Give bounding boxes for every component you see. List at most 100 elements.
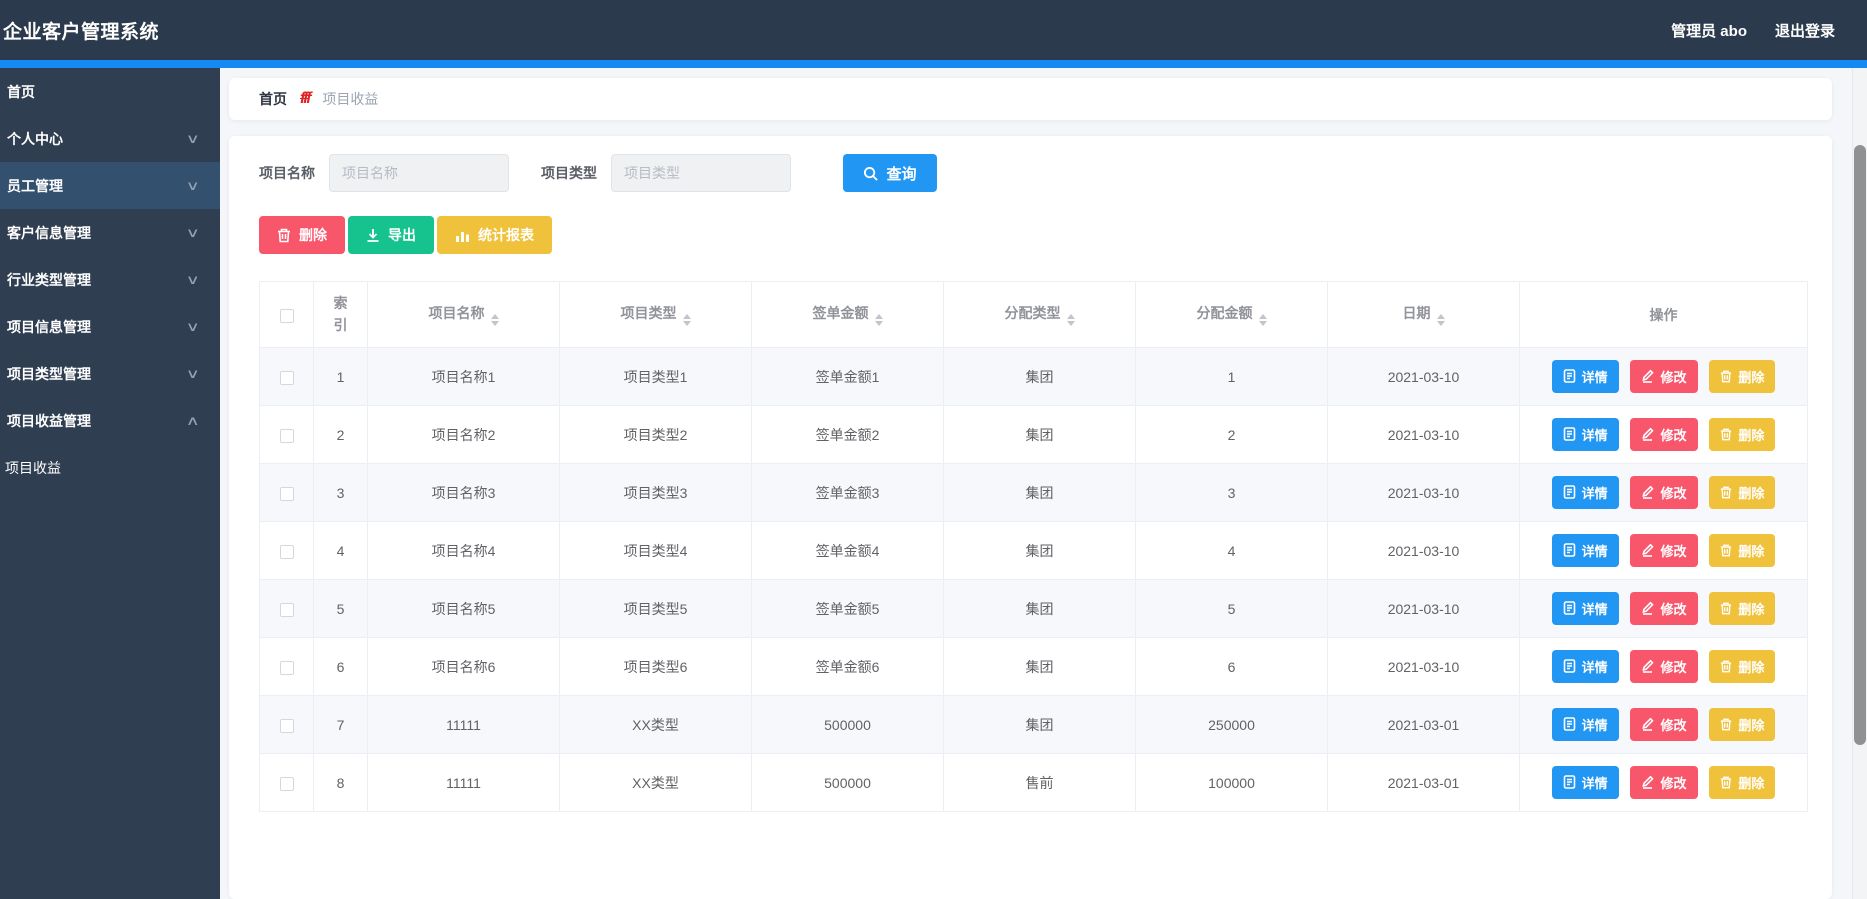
sort-icon[interactable]: [1066, 314, 1075, 326]
select-all-checkbox[interactable]: [279, 308, 294, 323]
top-header-bar: 企业客户管理系统 管理员 abo 退出登录: [0, 0, 1867, 60]
cell-date: 2021-03-10: [1327, 347, 1520, 406]
cell-name: 项目名称4: [367, 521, 560, 580]
delete-button[interactable]: 删除: [1709, 708, 1776, 742]
delete-button[interactable]: 删除: [1709, 650, 1776, 684]
edit-button[interactable]: 修改: [1630, 533, 1698, 567]
delete-button[interactable]: 删除: [1709, 592, 1776, 626]
edit-button[interactable]: 修改: [1630, 475, 1698, 509]
cell-sign-amount: 签单金额4: [751, 521, 944, 580]
scrollbar-thumb[interactable]: [1854, 145, 1866, 745]
search-icon: [864, 166, 879, 181]
delete-button[interactable]: 删除: [1709, 766, 1776, 800]
row-checkbox[interactable]: [279, 718, 294, 733]
search-form: 项目名称 项目类型 查询: [259, 154, 1808, 192]
detail-button[interactable]: 详情: [1551, 707, 1619, 741]
document-icon: [1563, 717, 1575, 732]
report-button[interactable]: 统计报表: [437, 216, 552, 254]
cell-name: 项目名称2: [367, 405, 560, 464]
cell-actions: 详情 修改 删除: [1519, 347, 1808, 406]
pencil-icon: [1642, 775, 1655, 790]
table-row: 4 项目名称4 项目类型4 签单金额4 集团 4 2021-03-10 详情 修…: [259, 521, 1808, 580]
column-header-alloc-type: 分配类型: [943, 281, 1136, 348]
sort-icon[interactable]: [1258, 314, 1267, 326]
trash-icon: [1721, 370, 1732, 383]
detail-button[interactable]: 详情: [1551, 591, 1619, 625]
delete-button[interactable]: 删除: [1709, 476, 1776, 510]
sidebar-item-label: 客户信息管理: [7, 224, 91, 241]
pencil-icon: [1642, 485, 1655, 500]
sort-icon[interactable]: [1436, 314, 1445, 326]
chevron-icon: ∨: [186, 365, 201, 381]
sidebar-item-label: 项目收益管理: [7, 412, 91, 429]
cell-date: 2021-03-10: [1327, 405, 1520, 464]
sort-icon[interactable]: [682, 314, 691, 326]
edit-button[interactable]: 修改: [1630, 417, 1698, 451]
detail-button[interactable]: 详情: [1551, 533, 1619, 567]
cell-sign-amount: 500000: [751, 695, 944, 754]
detail-button[interactable]: 详情: [1551, 359, 1619, 393]
edit-button[interactable]: 修改: [1630, 765, 1698, 799]
trash-icon: [1721, 602, 1732, 615]
trash-icon: [1721, 544, 1732, 557]
row-checkbox[interactable]: [279, 544, 294, 559]
bulk-delete-button[interactable]: 删除: [259, 216, 345, 254]
detail-button[interactable]: 详情: [1551, 765, 1619, 799]
cell-name: 项目名称5: [367, 579, 560, 638]
sidebar-item[interactable]: 客户信息管理 ∨: [0, 209, 220, 256]
row-checkbox[interactable]: [279, 370, 294, 385]
edit-button[interactable]: 修改: [1630, 591, 1698, 625]
table-row: 7 11111 XX类型 500000 集团 250000 2021-03-01…: [259, 695, 1808, 754]
document-icon: [1563, 485, 1575, 500]
cell-alloc-amount: 1: [1135, 347, 1328, 406]
sidebar-item[interactable]: 首页: [0, 68, 220, 115]
projects-table: 索引 项目名称 项目类型 签单金额 分配类型 分配金额 日期 操作 1 项目名称…: [259, 281, 1808, 812]
breadcrumb-home-link[interactable]: 首页: [259, 89, 287, 109]
row-checkbox[interactable]: [279, 486, 294, 501]
edit-button[interactable]: 修改: [1630, 707, 1698, 741]
logout-button[interactable]: 退出登录: [1775, 20, 1835, 41]
cell-sign-amount: 签单金额3: [751, 463, 944, 522]
current-user-label[interactable]: 管理员 abo: [1671, 20, 1747, 41]
sidebar-item-label: 项目信息管理: [7, 318, 91, 335]
delete-button[interactable]: 删除: [1709, 418, 1776, 452]
delete-button[interactable]: 删除: [1709, 360, 1776, 394]
table-row: 5 项目名称5 项目类型5 签单金额5 集团 5 2021-03-10 详情 修…: [259, 579, 1808, 638]
cell-type: XX类型: [559, 695, 752, 754]
vertical-scrollbar[interactable]: [1852, 68, 1867, 899]
sidebar-item[interactable]: 行业类型管理 ∨: [0, 256, 220, 303]
sort-icon[interactable]: [874, 314, 883, 326]
cell-type: 项目类型2: [559, 405, 752, 464]
query-button[interactable]: 查询: [843, 154, 937, 192]
edit-button[interactable]: 修改: [1630, 359, 1698, 393]
detail-button[interactable]: 详情: [1551, 475, 1619, 509]
project-name-input[interactable]: [329, 154, 509, 192]
row-checkbox[interactable]: [279, 428, 294, 443]
row-checkbox[interactable]: [279, 602, 294, 617]
sort-icon[interactable]: [490, 314, 499, 326]
project-type-label: 项目类型: [541, 165, 597, 181]
sidebar-item[interactable]: 员工管理 ∨: [0, 162, 220, 209]
delete-button[interactable]: 删除: [1709, 534, 1776, 568]
cell-alloc-type: 集团: [943, 463, 1136, 522]
detail-button[interactable]: 详情: [1551, 417, 1619, 451]
sidebar-item[interactable]: 项目类型管理 ∨: [0, 350, 220, 397]
cell-date: 2021-03-01: [1327, 753, 1520, 812]
row-checkbox[interactable]: [279, 660, 294, 675]
cell-alloc-type: 集团: [943, 695, 1136, 754]
project-type-input[interactable]: [611, 154, 791, 192]
edit-button[interactable]: 修改: [1630, 649, 1698, 683]
sidebar-item[interactable]: 项目收益: [0, 444, 220, 491]
cell-actions: 详情 修改 删除: [1519, 753, 1808, 812]
sidebar-item[interactable]: 项目收益管理 ∧: [0, 397, 220, 444]
sidebar-item[interactable]: 项目信息管理 ∨: [0, 303, 220, 350]
cell-sign-amount: 签单金额2: [751, 405, 944, 464]
sidebar-item[interactable]: 个人中心 ∨: [0, 115, 220, 162]
row-checkbox[interactable]: [279, 776, 294, 791]
detail-button[interactable]: 详情: [1551, 649, 1619, 683]
cell-sign-amount: 签单金额6: [751, 637, 944, 696]
main-panel: 项目名称 项目类型 查询 删除 导出: [229, 136, 1832, 899]
trash-icon: [1721, 776, 1732, 789]
pencil-icon: [1642, 427, 1655, 442]
export-button[interactable]: 导出: [348, 216, 434, 254]
